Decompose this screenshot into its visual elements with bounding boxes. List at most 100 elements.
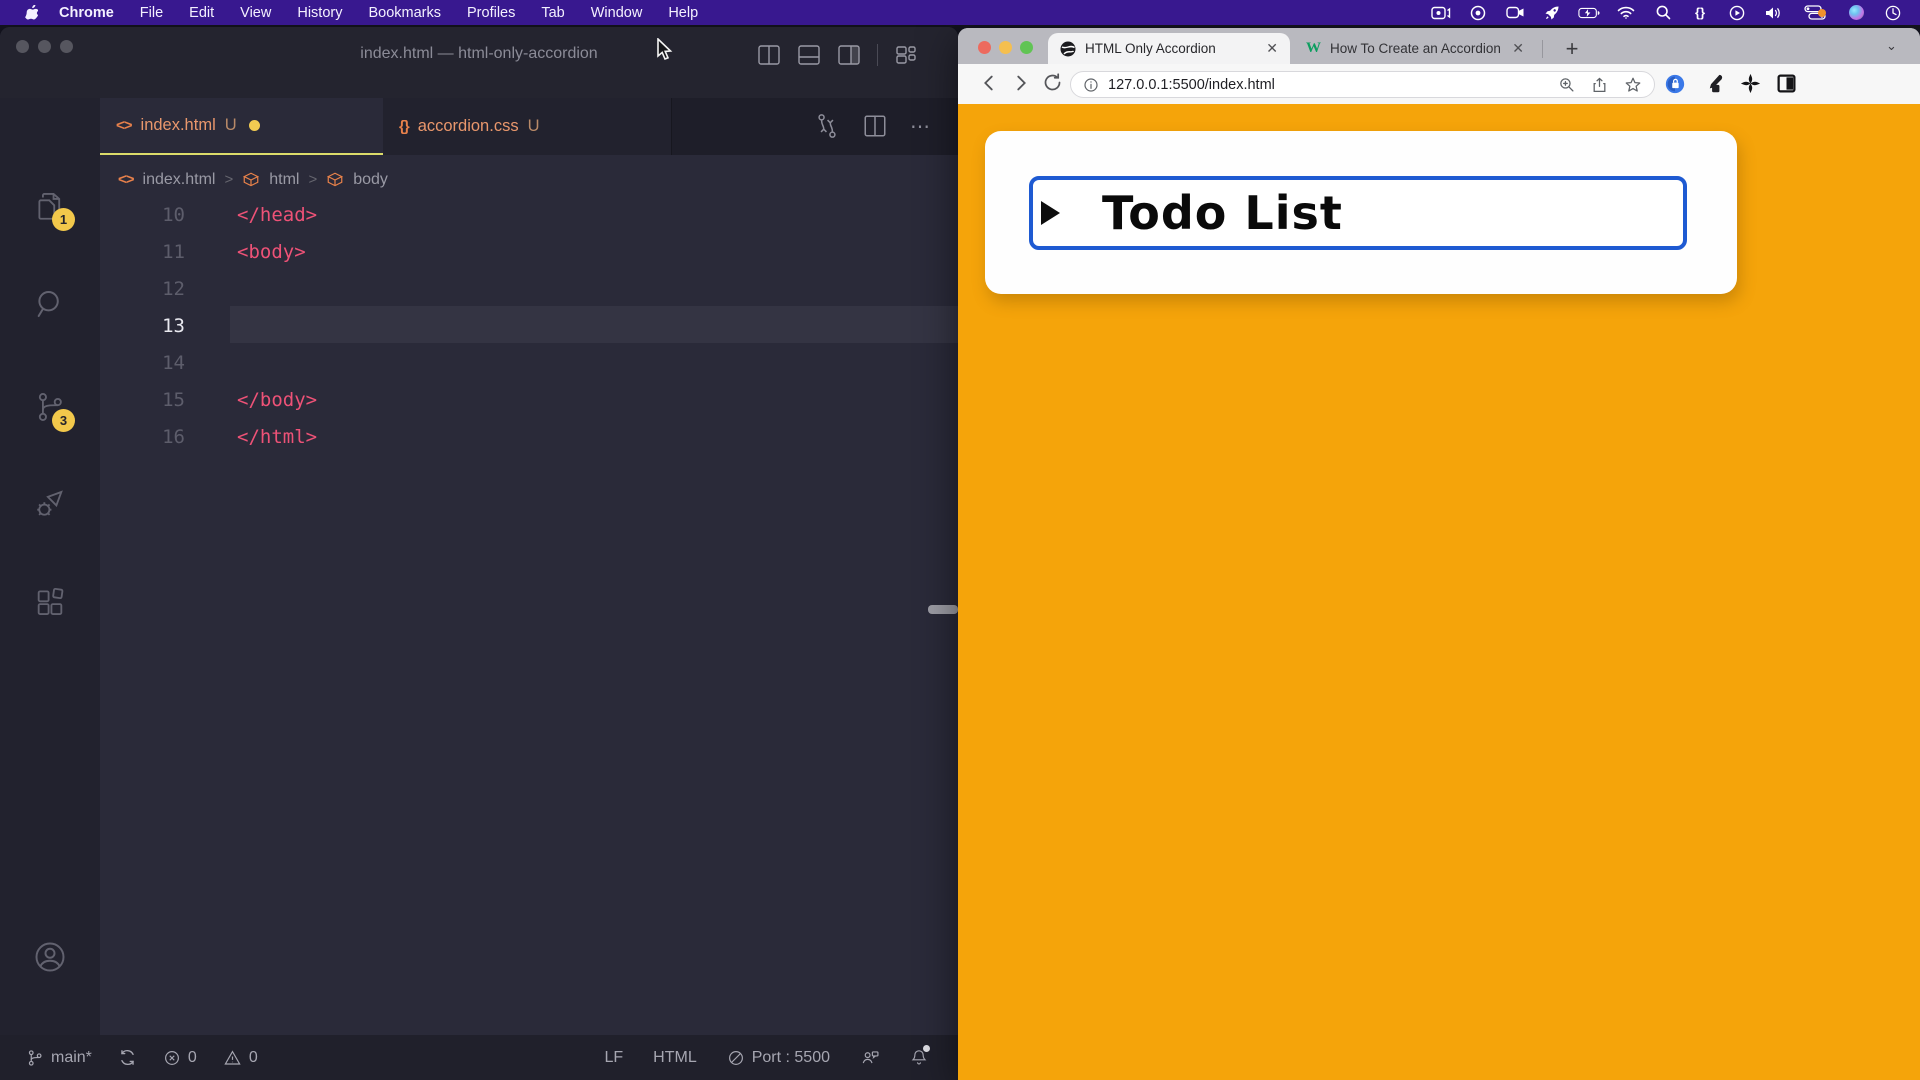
zoom-page-icon[interactable] — [1558, 76, 1575, 93]
menu-item-file[interactable]: File — [127, 5, 176, 21]
minimize-window-button[interactable] — [999, 41, 1012, 54]
accordion-summary[interactable]: Todo List — [1029, 176, 1687, 250]
close-tab-icon[interactable]: ✕ — [1504, 40, 1524, 57]
wifi-icon[interactable] — [1615, 4, 1637, 22]
line-number[interactable]: 10 — [100, 204, 185, 226]
close-window-button[interactable] — [978, 41, 991, 54]
code-line-current[interactable]: 13 — [100, 307, 958, 344]
chrome-window-controls[interactable] — [978, 41, 1033, 54]
code-line[interactable]: 10 </head> — [100, 196, 958, 233]
line-number[interactable]: 11 — [100, 241, 185, 263]
menu-item-tab[interactable]: Tab — [528, 5, 577, 21]
battery-icon[interactable] — [1578, 4, 1600, 22]
breadcrumb-item-body[interactable]: body — [353, 171, 388, 189]
play-circle-icon[interactable] — [1726, 4, 1748, 22]
code-line[interactable]: 15 </body> — [100, 381, 958, 418]
reload-button[interactable] — [1042, 72, 1063, 93]
menu-item-help[interactable]: Help — [655, 5, 711, 21]
site-favicon-globe-icon — [1060, 41, 1076, 57]
bookmark-star-icon[interactable] — [1624, 76, 1642, 94]
record-circle-icon[interactable] — [1467, 4, 1489, 22]
privacy-extension-icon[interactable] — [1664, 73, 1686, 95]
address-bar[interactable]: 127.0.0.1:5500/index.html — [1070, 71, 1655, 98]
customize-layout-icon[interactable] — [894, 43, 918, 67]
breadcrumb-item-file[interactable]: index.html — [143, 171, 216, 189]
close-tab-icon[interactable]: ✕ — [1258, 40, 1278, 57]
share-icon[interactable] — [1591, 76, 1608, 94]
video-camera-icon[interactable] — [1504, 4, 1526, 22]
split-editor-left-icon[interactable] — [757, 43, 781, 67]
rocket-icon[interactable] — [1541, 4, 1563, 22]
code-line[interactable]: 16 </html> — [100, 418, 958, 455]
editor-sash-handle[interactable] — [928, 605, 958, 614]
browser-tab-active[interactable]: HTML Only Accordion ✕ — [1048, 33, 1290, 64]
tab-index-html[interactable]: <> index.html U — [100, 98, 383, 155]
dark-reader-extension-icon[interactable] — [1776, 73, 1797, 94]
open-changes-icon[interactable] — [814, 111, 840, 141]
menu-item-chrome[interactable]: Chrome — [46, 5, 127, 21]
split-editor-right-icon[interactable] — [837, 43, 861, 67]
menu-item-view[interactable]: View — [227, 5, 284, 21]
language-mode[interactable]: HTML — [653, 1049, 697, 1067]
line-number[interactable]: 13 — [100, 315, 185, 337]
switch-control-icon[interactable] — [1800, 4, 1830, 22]
explorer-icon[interactable]: 1 — [0, 180, 100, 232]
extensions-icon[interactable] — [0, 576, 100, 628]
url-text[interactable]: 127.0.0.1:5500/index.html — [1108, 77, 1558, 93]
sync-icon[interactable] — [118, 1048, 137, 1067]
errors-status[interactable]: 0 — [163, 1049, 197, 1067]
new-tab-button[interactable]: + — [1558, 35, 1586, 63]
account-icon[interactable] — [0, 931, 100, 983]
code-line[interactable]: 14 — [100, 344, 958, 381]
code-editor[interactable]: 10 </head> 11 <body> 12 13 14 15 </body — [100, 196, 958, 1035]
code-line[interactable]: 11 <body> — [100, 233, 958, 270]
browser-tab-inactive[interactable]: W How To Create an Accordion ✕ — [1296, 33, 1534, 64]
source-control-icon[interactable]: 3 — [0, 381, 100, 433]
search-sidebar-icon[interactable] — [0, 278, 100, 330]
tab-search-chevron-icon[interactable]: ⌄ — [1886, 38, 1897, 54]
pinned-extension-icon[interactable] — [1740, 73, 1761, 94]
bell-badge-dot — [923, 1045, 930, 1052]
eol-indicator[interactable]: LF — [604, 1049, 623, 1067]
modified-indicator: U — [528, 117, 540, 136]
apple-menu-icon[interactable] — [16, 5, 46, 20]
git-branch-status[interactable]: main* — [26, 1048, 92, 1068]
line-number[interactable]: 12 — [100, 278, 185, 300]
menu-item-history[interactable]: History — [284, 5, 355, 21]
clock-icon[interactable] — [1882, 4, 1904, 22]
forward-button[interactable] — [1010, 72, 1032, 94]
more-actions-icon[interactable]: ⋯ — [910, 114, 932, 139]
search-icon[interactable] — [1652, 4, 1674, 22]
line-number[interactable]: 14 — [100, 352, 185, 374]
run-debug-icon[interactable] — [0, 478, 100, 530]
screen-record-icon[interactable] — [1430, 4, 1452, 22]
warnings-status[interactable]: 0 — [223, 1049, 258, 1067]
line-number[interactable]: 15 — [100, 389, 185, 411]
color-picker-extension-icon[interactable] — [1702, 73, 1724, 95]
tab-title: HTML Only Accordion — [1085, 41, 1258, 56]
zoom-window-button[interactable] — [1020, 41, 1033, 54]
back-button[interactable] — [978, 72, 1000, 94]
menu-item-edit[interactable]: Edit — [176, 5, 227, 21]
details-marker-triangle-icon[interactable] — [1041, 201, 1060, 225]
line-number[interactable]: 16 — [100, 426, 185, 448]
split-editor-icon[interactable] — [862, 113, 888, 139]
breadcrumb-item-html[interactable]: html — [269, 171, 299, 189]
vscode-title-bar[interactable]: index.html — html-only-accordion — [0, 27, 958, 98]
split-editor-down-icon[interactable] — [797, 43, 821, 67]
menu-item-profiles[interactable]: Profiles — [454, 5, 528, 21]
volume-icon[interactable] — [1763, 4, 1785, 22]
notifications-bell-icon[interactable] — [910, 1048, 928, 1067]
live-server-port[interactable]: Port : 5500 — [727, 1049, 830, 1067]
tab-accordion-css[interactable]: {} accordion.css U — [383, 98, 672, 155]
site-info-icon[interactable] — [1083, 77, 1099, 93]
unsaved-dot-icon[interactable] — [249, 120, 260, 131]
html-file-icon: <> — [116, 117, 132, 134]
braces-icon[interactable]: {} — [1689, 4, 1711, 22]
feedback-icon[interactable] — [860, 1048, 880, 1067]
code-line[interactable]: 12 — [100, 270, 958, 307]
branch-name: main* — [51, 1049, 92, 1067]
siri-icon[interactable] — [1845, 4, 1867, 22]
menu-item-bookmarks[interactable]: Bookmarks — [355, 5, 454, 21]
menu-item-window[interactable]: Window — [578, 5, 656, 21]
